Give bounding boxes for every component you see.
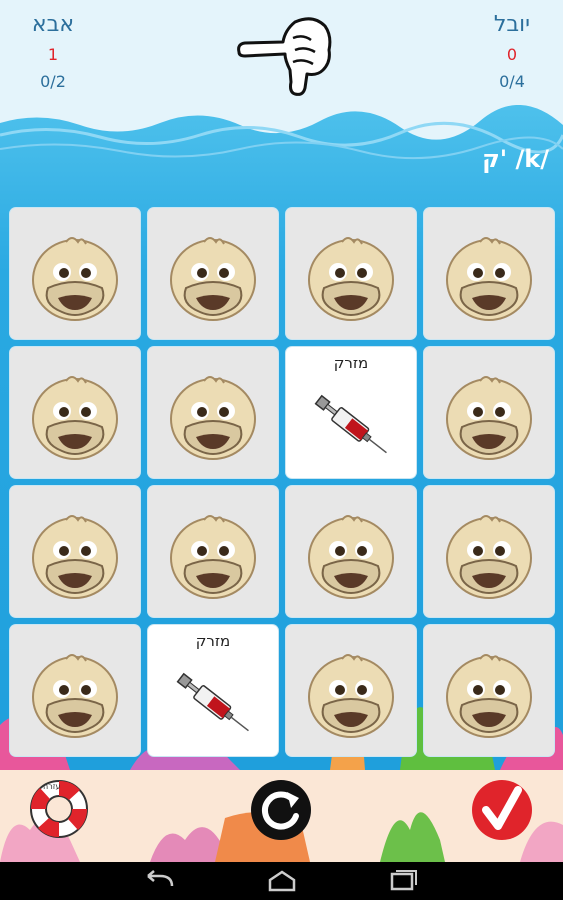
bottom-toolbar: עזרה [0,770,563,862]
letter-prompt: ק' /k/ [482,145,549,173]
player-right-pairs: 0/4 [499,72,525,91]
pointing-hand-icon [237,17,332,96]
back-icon[interactable] [142,870,178,892]
player-left: אבא 1 0/2 [13,12,93,91]
card-word: מזרק [195,632,231,650]
checkmark-icon [472,780,532,840]
memory-card[interactable] [10,486,140,617]
player-left-pairs: 0/2 [40,72,66,91]
duck-icon [308,515,394,599]
restart-button[interactable] [249,778,313,846]
duck-icon [446,376,532,460]
card-word: מזרק [333,354,369,372]
duck-icon [170,376,256,460]
memory-card[interactable] [286,486,416,617]
duck-icon [170,515,256,599]
restart-icon [251,780,311,840]
memory-card[interactable] [10,625,140,756]
duck-icon [308,654,394,738]
duck-icon [32,515,118,599]
duck-icon [32,237,118,321]
duck-icon [32,654,118,738]
player-left-name: אבא [31,12,75,37]
duck-icon [308,237,394,321]
wave-decoration [0,105,563,160]
memory-card[interactable] [424,208,554,339]
syringe-icon [176,672,249,732]
duck-icon [170,237,256,321]
memory-card[interactable] [148,208,278,339]
player-left-score: 1 [47,45,59,64]
duck-icon [32,376,118,460]
memory-card-open[interactable]: מזרק [286,347,416,478]
memory-card[interactable] [424,625,554,756]
player-right: יובל 0 0/4 [472,12,552,91]
help-button[interactable]: עזרה [28,778,90,844]
memory-card[interactable] [424,347,554,478]
help-label: עזרה [43,782,61,791]
memory-card[interactable] [424,486,554,617]
duck-icon [446,237,532,321]
system-nav-bar [0,862,563,900]
duck-icon [446,654,532,738]
recent-apps-icon[interactable] [386,870,422,892]
player-right-name: יובל [493,12,531,37]
memory-card[interactable] [10,347,140,478]
memory-card[interactable] [148,486,278,617]
memory-card[interactable] [286,625,416,756]
memory-card[interactable] [10,208,140,339]
syringe-icon [314,394,387,454]
confirm-button[interactable] [470,778,534,846]
home-icon[interactable] [264,870,300,892]
duck-icon [446,515,532,599]
player-right-score: 0 [506,45,518,64]
memory-card[interactable] [148,347,278,478]
memory-card-open[interactable]: מזרק [148,625,278,756]
memory-card[interactable] [286,208,416,339]
